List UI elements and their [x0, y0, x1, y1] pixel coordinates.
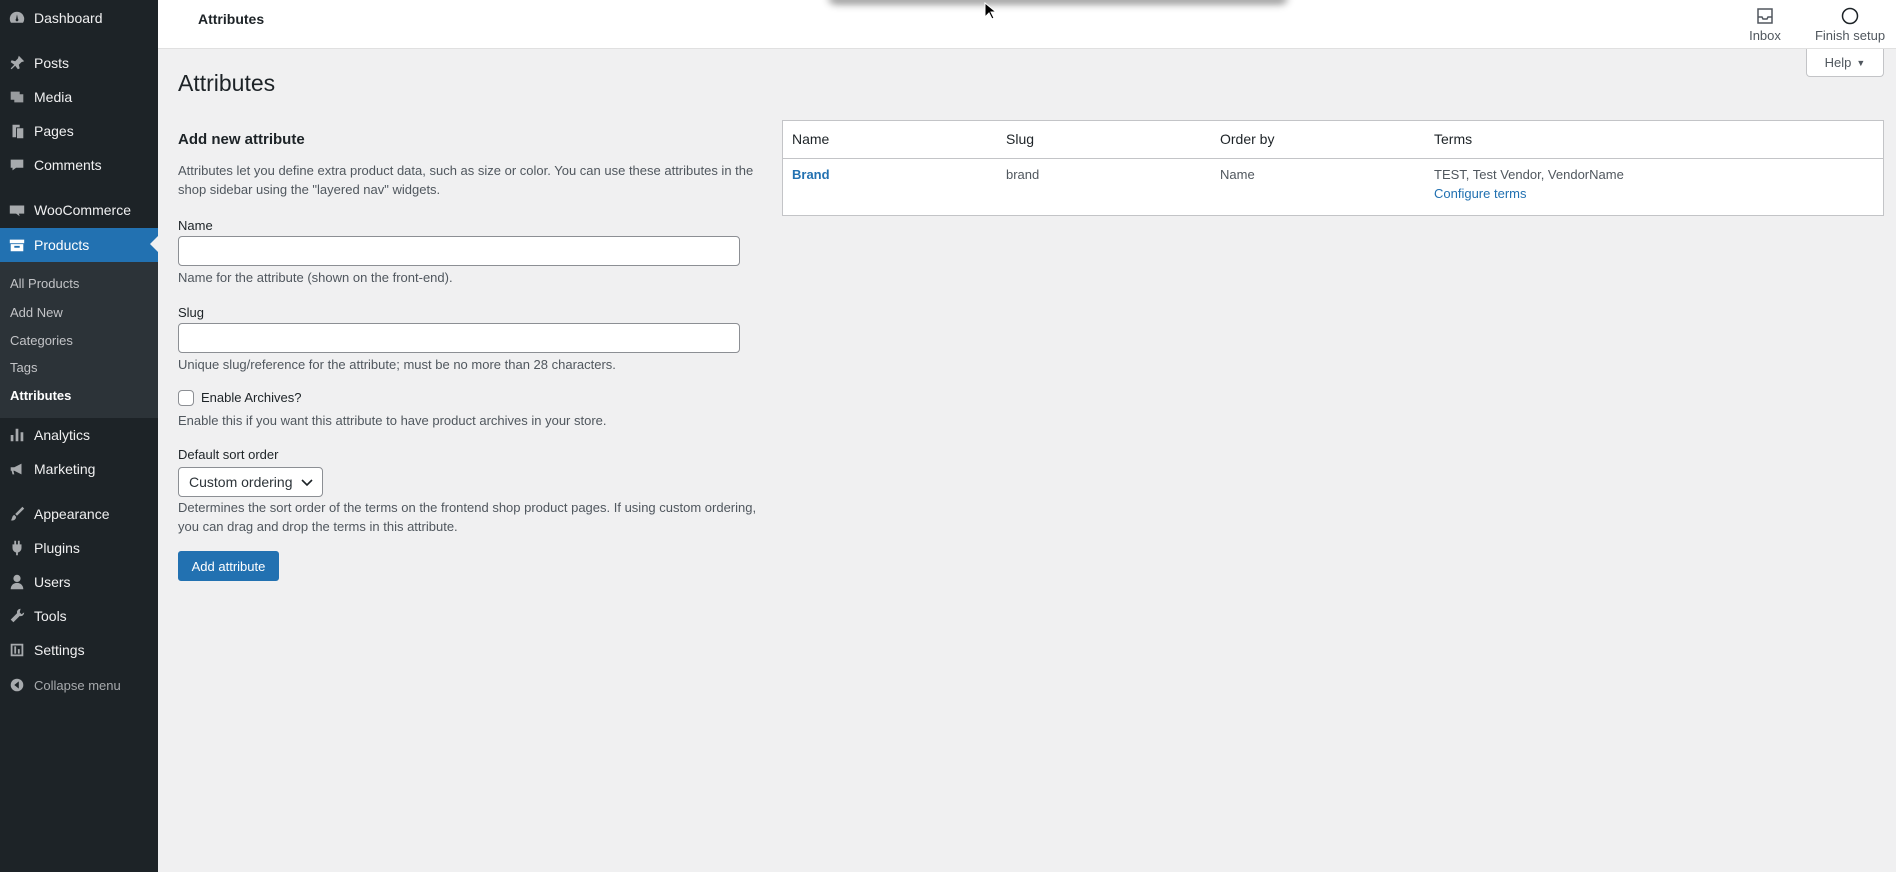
collapse-menu-button[interactable]: Collapse menu — [0, 668, 158, 702]
attribute-terms: TEST, Test Vendor, VendorName — [1434, 167, 1624, 182]
woocommerce-header: Attributes Inbox Finish setup — [158, 0, 1896, 49]
name-input[interactable] — [178, 236, 740, 266]
column-header-order-by: Order by — [1220, 131, 1275, 147]
megaphone-icon — [7, 459, 27, 479]
configure-terms-link[interactable]: Configure terms — [1434, 186, 1526, 201]
user-icon — [7, 572, 27, 592]
table-header-divider — [783, 158, 1883, 159]
settings-icon — [7, 640, 27, 660]
pin-icon — [7, 53, 27, 73]
sidebar-item-tools[interactable]: Tools — [0, 599, 158, 633]
collapse-icon — [7, 675, 27, 695]
help-tab-button[interactable]: Help ▼ — [1806, 49, 1884, 77]
attributes-table: Name Slug Order by Terms Brand brand Nam… — [782, 120, 1884, 216]
woocommerce-icon — [7, 200, 27, 220]
slug-help: Unique slug/reference for the attribute;… — [178, 357, 616, 372]
finish-setup-label: Finish setup — [1814, 28, 1886, 43]
inbox-button[interactable]: Inbox — [1740, 0, 1790, 49]
page-title: Attributes — [178, 70, 276, 96]
submenu-attributes[interactable]: Attributes — [10, 388, 71, 403]
caret-down-icon: ▼ — [1856, 57, 1866, 68]
finish-setup-button[interactable]: Finish setup — [1810, 0, 1890, 49]
attribute-slug: brand — [1006, 167, 1040, 182]
sidebar-item-plugins[interactable]: Plugins — [0, 531, 158, 565]
comments-icon — [7, 155, 27, 175]
sidebar-item-woocommerce[interactable]: WooCommerce — [0, 193, 158, 227]
sidebar-item-products[interactable]: Products — [0, 228, 158, 262]
products-submenu: All Products Add New Categories Tags Att… — [0, 262, 158, 418]
media-icon — [7, 87, 27, 107]
column-header-terms: Terms — [1434, 131, 1473, 147]
submenu-tags[interactable]: Tags — [10, 360, 37, 375]
column-header-name[interactable]: Name — [792, 131, 829, 147]
inbox-icon — [1757, 8, 1773, 24]
submenu-categories[interactable]: Categories — [10, 333, 73, 348]
sidebar-item-comments[interactable]: Comments — [0, 148, 158, 182]
wrench-icon — [7, 606, 27, 626]
slug-label: Slug — [178, 305, 205, 320]
column-header-slug: Slug — [1006, 131, 1035, 147]
submenu-all-products[interactable]: All Products — [10, 276, 79, 291]
sidebar-item-analytics[interactable]: Analytics — [0, 418, 158, 452]
slug-input[interactable] — [178, 323, 740, 353]
plug-icon — [7, 538, 27, 558]
name-label: Name — [178, 218, 213, 233]
name-help: Name for the attribute (shown on the fro… — [178, 270, 453, 285]
sidebar-item-media[interactable]: Media — [0, 80, 158, 114]
form-intro: Attributes let you define extra product … — [178, 163, 754, 197]
enable-archives-label[interactable]: Enable Archives? — [201, 390, 301, 405]
inbox-label: Inbox — [1749, 28, 1781, 43]
sort-order-help: Determines the sort order of the terms o… — [178, 500, 757, 534]
sidebar-item-appearance[interactable]: Appearance — [0, 497, 158, 531]
archive-icon — [7, 235, 27, 255]
sidebar-item-users[interactable]: Users — [0, 565, 158, 599]
mouse-cursor-icon — [984, 2, 996, 20]
admin-sidebar: Dashboard Posts Media Pages Comments Woo… — [0, 0, 158, 872]
enable-archives-checkbox[interactable] — [178, 390, 194, 406]
help-label: Help — [1824, 55, 1852, 70]
chevron-down-icon — [301, 479, 313, 487]
sidebar-item-settings[interactable]: Settings — [0, 633, 158, 667]
attribute-order-by: Name — [1220, 167, 1255, 182]
add-attribute-heading: Add new attribute — [178, 131, 305, 148]
sort-order-label: Default sort order — [178, 447, 279, 462]
sidebar-item-dashboard[interactable]: Dashboard — [0, 1, 158, 35]
chart-bar-icon — [7, 425, 27, 445]
sidebar-item-pages[interactable]: Pages — [0, 114, 158, 148]
progress-circle-icon — [1841, 7, 1859, 25]
sort-order-value: Custom ordering — [189, 474, 293, 490]
submenu-add-new[interactable]: Add New — [10, 305, 63, 320]
attribute-name-link[interactable]: Brand — [792, 167, 830, 182]
sidebar-item-marketing[interactable]: Marketing — [0, 452, 158, 486]
dashboard-icon — [7, 8, 27, 28]
archives-help: Enable this if you want this attribute t… — [178, 413, 607, 428]
pages-icon — [7, 121, 27, 141]
sort-order-select[interactable]: Custom ordering — [178, 467, 323, 497]
header-title: Attributes — [198, 11, 265, 27]
sidebar-item-posts[interactable]: Posts — [0, 46, 158, 80]
brush-icon — [7, 504, 27, 524]
add-attribute-button[interactable]: Add attribute — [178, 551, 279, 581]
